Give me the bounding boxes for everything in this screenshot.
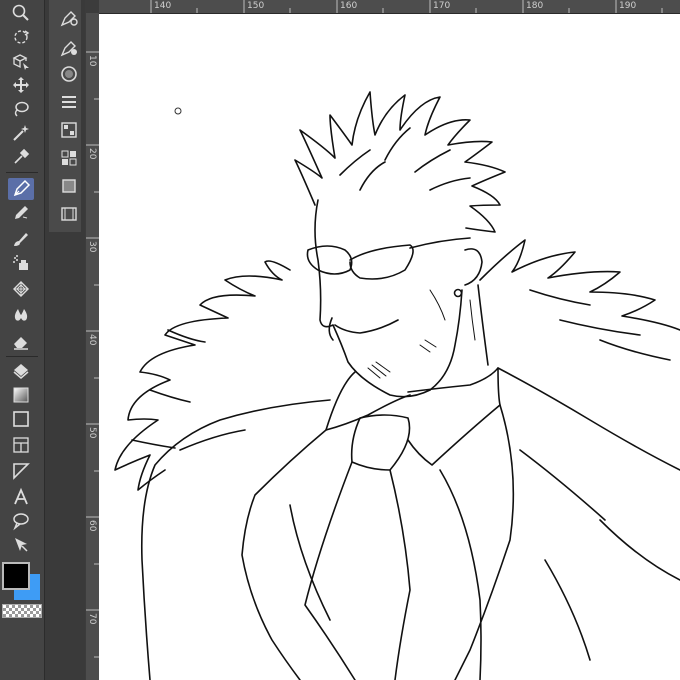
sub-tool-palette — [44, 0, 85, 680]
ruler-label: 160 — [340, 1, 358, 11]
pen-settings-icon[interactable] — [57, 6, 81, 30]
eraser-icon[interactable] — [8, 330, 34, 352]
ruler-label: 60 — [87, 520, 97, 532]
ruler-label: 40 — [87, 334, 97, 346]
filmstrip-icon[interactable] — [57, 202, 81, 226]
gradient-icon[interactable] — [8, 384, 34, 406]
frame-border-icon[interactable] — [8, 434, 34, 456]
sub-tool-group — [49, 0, 81, 232]
tool-divider — [6, 356, 38, 357]
ruler-label: 10 — [87, 55, 97, 67]
ruler-label: 20 — [87, 148, 97, 160]
move-layer-icon[interactable] — [8, 50, 34, 72]
blend-icon[interactable] — [8, 304, 34, 326]
line-art-illustration — [114, 91, 680, 680]
layers-grid-icon[interactable] — [57, 146, 81, 170]
grid-icon[interactable] — [57, 118, 81, 142]
eyedropper-icon[interactable] — [8, 146, 34, 168]
pen-icon[interactable] — [8, 178, 34, 200]
vertical-ruler: 10 20 30 40 50 60 70 — [86, 13, 100, 680]
ruler-label: 140 — [154, 1, 172, 11]
rotate-icon[interactable] — [8, 26, 34, 48]
main-color-swatch[interactable] — [2, 562, 30, 590]
decoration-icon[interactable] — [8, 278, 34, 300]
transparent-color-swatch[interactable] — [2, 604, 42, 618]
list-icon[interactable] — [57, 90, 81, 114]
zoom-icon[interactable] — [8, 2, 34, 24]
ruler-label: 180 — [526, 1, 544, 11]
pencil-icon[interactable] — [8, 202, 34, 224]
square-layer-icon[interactable] — [57, 174, 81, 198]
move-icon[interactable] — [8, 74, 34, 96]
object-select-icon[interactable] — [8, 534, 34, 556]
fill-icon[interactable] — [8, 360, 34, 382]
ruler-label: 50 — [87, 427, 97, 439]
lasso-icon[interactable] — [8, 98, 34, 120]
horizontal-ruler: 140 150 160 170 180 190 — [99, 0, 680, 14]
ruler-label: 70 — [87, 613, 97, 625]
balloon-icon[interactable] — [8, 510, 34, 532]
ruler-label: 170 — [433, 1, 451, 11]
tool-palette — [0, 0, 44, 680]
ruler-label: 30 — [87, 241, 97, 253]
ruler-label: 150 — [247, 1, 265, 11]
brush-icon[interactable] — [8, 228, 34, 250]
pen-marker-icon[interactable] — [57, 36, 81, 60]
airbrush-icon[interactable] — [8, 252, 34, 274]
magic-wand-icon[interactable] — [8, 122, 34, 144]
ruler-tool-icon[interactable] — [8, 460, 34, 482]
drawing-canvas[interactable] — [99, 14, 680, 680]
text-icon[interactable] — [8, 486, 34, 508]
figure-icon[interactable] — [8, 408, 34, 430]
ruler-label: 190 — [619, 1, 637, 11]
tool-divider — [6, 172, 38, 173]
layer-circle-icon[interactable] — [57, 62, 81, 86]
